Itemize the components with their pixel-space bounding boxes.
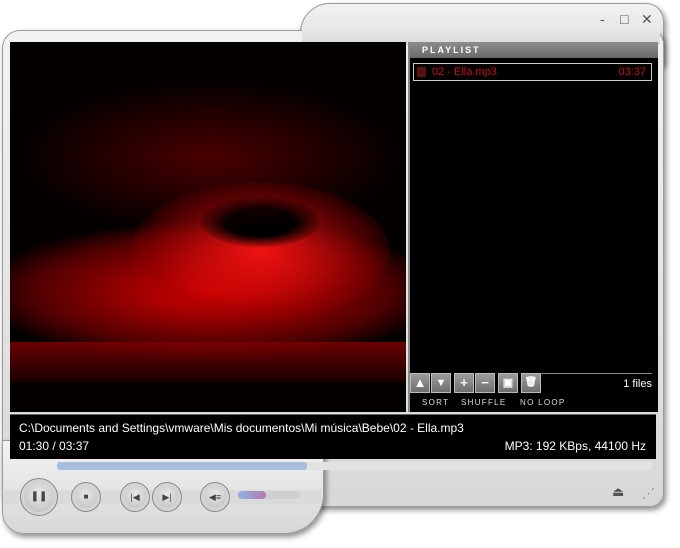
file-count: 1 files — [540, 373, 652, 394]
add-button[interactable]: + — [454, 373, 474, 393]
format-info: MP3: 192 KBps, 44100 Hz — [504, 439, 646, 453]
minimize-button[interactable]: - — [600, 11, 605, 27]
item-duration: 03:37 — [618, 66, 646, 78]
volume-fill — [238, 491, 266, 499]
loop-button[interactable]: NO LOOP — [520, 398, 566, 407]
video-visualization — [10, 42, 406, 412]
screen-button[interactable]: ▣ — [498, 373, 518, 393]
stop-button[interactable]: ■ — [71, 482, 101, 512]
playlist-title: PLAYLIST — [410, 42, 658, 58]
trash-button[interactable]: 🗑 — [521, 373, 541, 393]
pause-button[interactable]: ❚❚ — [20, 478, 58, 516]
item-name: 02 - Ella.mp3 — [432, 66, 497, 78]
playlist-panel: PLAYLIST 02 - Ella.mp3 03:37 ▲ ▼ + − ▣ 🗑… — [408, 42, 658, 412]
shuffle-button[interactable]: SHUFFLE — [461, 398, 507, 407]
playlist-item[interactable]: 02 - Ella.mp3 03:37 — [413, 63, 652, 81]
item-marker — [417, 67, 426, 77]
remove-button[interactable]: − — [475, 373, 495, 393]
maximize-button[interactable]: □ — [620, 11, 628, 27]
volume-slider[interactable] — [238, 491, 300, 499]
next-button[interactable]: ▶| — [152, 482, 182, 512]
mute-button[interactable]: ◀≡ — [200, 482, 230, 512]
seek-bar[interactable] — [57, 462, 652, 470]
sort-button[interactable]: SORT — [422, 398, 449, 407]
close-button[interactable]: ✕ — [641, 11, 653, 28]
move-up-button[interactable]: ▲ — [410, 373, 430, 393]
previous-button[interactable]: |◀ — [120, 482, 150, 512]
time-display[interactable]: 01:30 / 03:37 — [19, 439, 89, 453]
eject-button[interactable]: ⏏ — [612, 484, 624, 500]
file-path: C:\Documents and Settings\vmware\Mis doc… — [19, 421, 464, 435]
seek-fill — [57, 462, 307, 470]
resize-grip-icon[interactable]: ⋰ — [642, 486, 655, 502]
info-panel: C:\Documents and Settings\vmware\Mis doc… — [10, 414, 656, 459]
move-down-button[interactable]: ▼ — [431, 373, 451, 393]
